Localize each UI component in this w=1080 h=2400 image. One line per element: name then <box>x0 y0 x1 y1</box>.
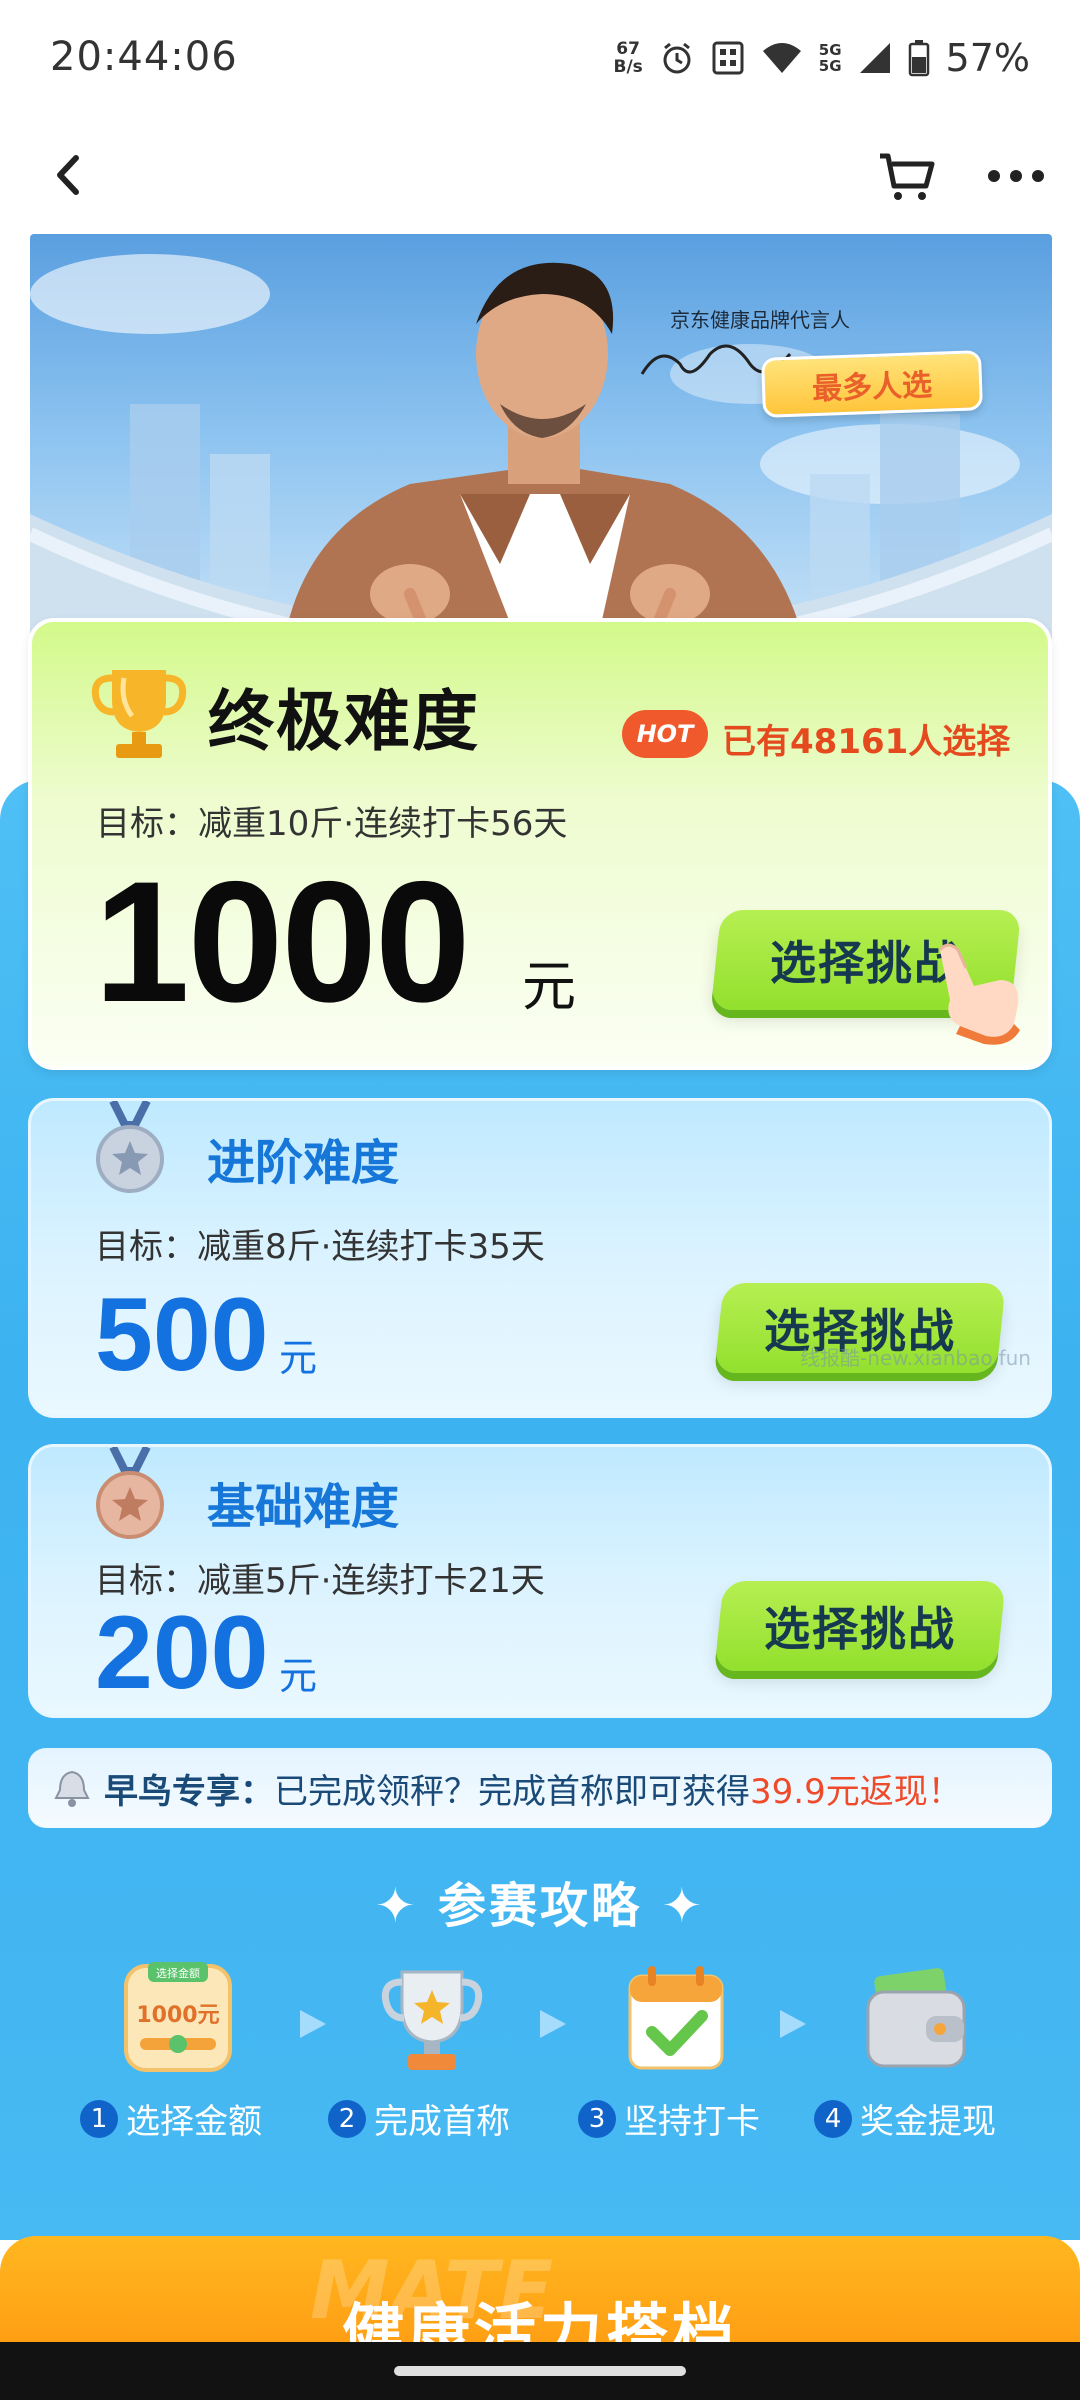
network-speed-value: 67 <box>616 39 640 59</box>
nfc-icon <box>712 41 744 75</box>
step-number: 4 <box>814 2099 852 2138</box>
early-bird-highlight: 39.9元返现！ <box>750 1771 962 1812</box>
early-bird-banner[interactable]: 早鸟专享： 已完成领秤？完成首称即可获得 39.9元返现！ <box>28 1748 1052 1828</box>
calendar-check-icon <box>628 1966 724 2070</box>
hero-illustration <box>30 254 1052 674</box>
cart-icon[interactable] <box>876 146 936 206</box>
step-4: 4 奖金提现 <box>814 2094 996 2143</box>
step-2: 2 完成首称 <box>328 2094 510 2143</box>
network-speed: 67 B/s <box>613 40 642 76</box>
ultimate-unit: 元 <box>522 955 576 1018</box>
bronze-medal-icon <box>96 1447 164 1539</box>
back-icon[interactable] <box>44 148 94 202</box>
home-indicator[interactable] <box>394 2366 686 2376</box>
status-bar: 20:44:06 67 B/s 5G 5G 57% <box>0 0 1080 118</box>
early-bird-label: 早鸟专享： <box>104 1771 274 1812</box>
status-icons: 67 B/s 5G 5G 57% <box>613 30 1030 86</box>
advanced-unit: 元 <box>279 1336 318 1380</box>
cellular-5g-label: 5G 5G <box>819 42 842 74</box>
basic-difficulty-card[interactable]: 基础难度 目标：减重5斤·连续打卡21天 200 元 选择挑战 <box>28 1444 1052 1718</box>
trophy-icon <box>91 670 187 758</box>
step-arrow-icon <box>300 2010 326 2038</box>
wifi-icon <box>762 43 801 73</box>
step-label: 坚持打卡 <box>624 2102 760 2142</box>
trophy-step-icon <box>381 1970 483 2070</box>
battery-icon <box>908 40 929 77</box>
hero-banner: 京东健康品牌代言人 <box>30 234 1052 674</box>
banner-title: 健康活力搭档 <box>341 2296 738 2342</box>
step-1: 1 选择金额 <box>80 2094 262 2143</box>
most-choose-badge: 最多人选 <box>761 350 983 418</box>
nav-bar <box>0 118 1080 232</box>
step-number: 1 <box>80 2099 118 2138</box>
sim2-network: 5G <box>818 57 842 75</box>
alarm-icon <box>663 42 691 74</box>
step-number: 3 <box>578 2099 616 2138</box>
sim1-network: 5G <box>818 41 842 59</box>
chosen-count: 已有48161人选择 <box>722 722 1011 762</box>
silver-medal-icon <box>96 1101 164 1193</box>
network-speed-unit: B/s <box>613 57 643 77</box>
advanced-title: 进阶难度 <box>207 1135 400 1191</box>
ultimate-amount: 1000 <box>94 846 471 1038</box>
step-arrow-icon <box>780 2010 806 2038</box>
more-icon[interactable] <box>984 146 1048 206</box>
advanced-amount: 500 <box>95 1277 269 1393</box>
step-arrow-icon <box>540 2010 566 2038</box>
ultimate-title: 终极难度 <box>208 683 480 760</box>
hot-badge: HOT <box>622 710 708 758</box>
bottom-banner[interactable]: MATE 健康活力搭档 <box>0 2236 1080 2342</box>
early-bird-text: 已完成领秤？完成首称即可获得 <box>274 1771 750 1812</box>
amount-card-icon: 选择金额 1000元 <box>124 1962 232 2072</box>
ultimate-goal: 目标：减重10斤·连续打卡56天 <box>96 804 568 844</box>
step-number: 2 <box>328 2099 366 2138</box>
watermark: 线报酷-new.xianbao.fun <box>800 1346 1031 1370</box>
hero-caption: 京东健康品牌代言人 <box>670 308 850 332</box>
basic-select-button[interactable]: 选择挑战 <box>714 1581 1006 1671</box>
pointing-hand-icon <box>938 943 1020 1045</box>
basic-unit: 元 <box>279 1654 318 1698</box>
step-label: 完成首称 <box>374 2102 510 2142</box>
ultimate-difficulty-card[interactable]: 终极难度 HOT 已有48161人选择 目标：减重10斤·连续打卡56天 100… <box>28 618 1052 1070</box>
basic-select-label: 选择挑战 <box>764 1602 956 1656</box>
signal-icon <box>859 43 890 73</box>
wallet-icon <box>866 1968 966 2068</box>
guide-title: ✦ 参赛攻略 ✦ <box>375 1878 705 1934</box>
advanced-goal: 目标：减重8斤·连续打卡35天 <box>95 1227 545 1267</box>
step-label: 奖金提现 <box>860 2102 996 2142</box>
amount-card-caption: 选择金额 <box>156 1966 200 1980</box>
step-3: 3 坚持打卡 <box>578 2094 760 2143</box>
amount-card-value: 1000元 <box>136 2003 219 2028</box>
step-label: 选择金额 <box>126 2102 262 2142</box>
status-time: 20:44:06 <box>50 34 238 80</box>
basic-amount: 200 <box>95 1595 269 1711</box>
bell-icon <box>54 1770 90 1807</box>
basic-title: 基础难度 <box>207 1479 400 1535</box>
gesture-bar <box>0 2342 1080 2400</box>
battery-percent: 57% <box>945 36 1030 80</box>
